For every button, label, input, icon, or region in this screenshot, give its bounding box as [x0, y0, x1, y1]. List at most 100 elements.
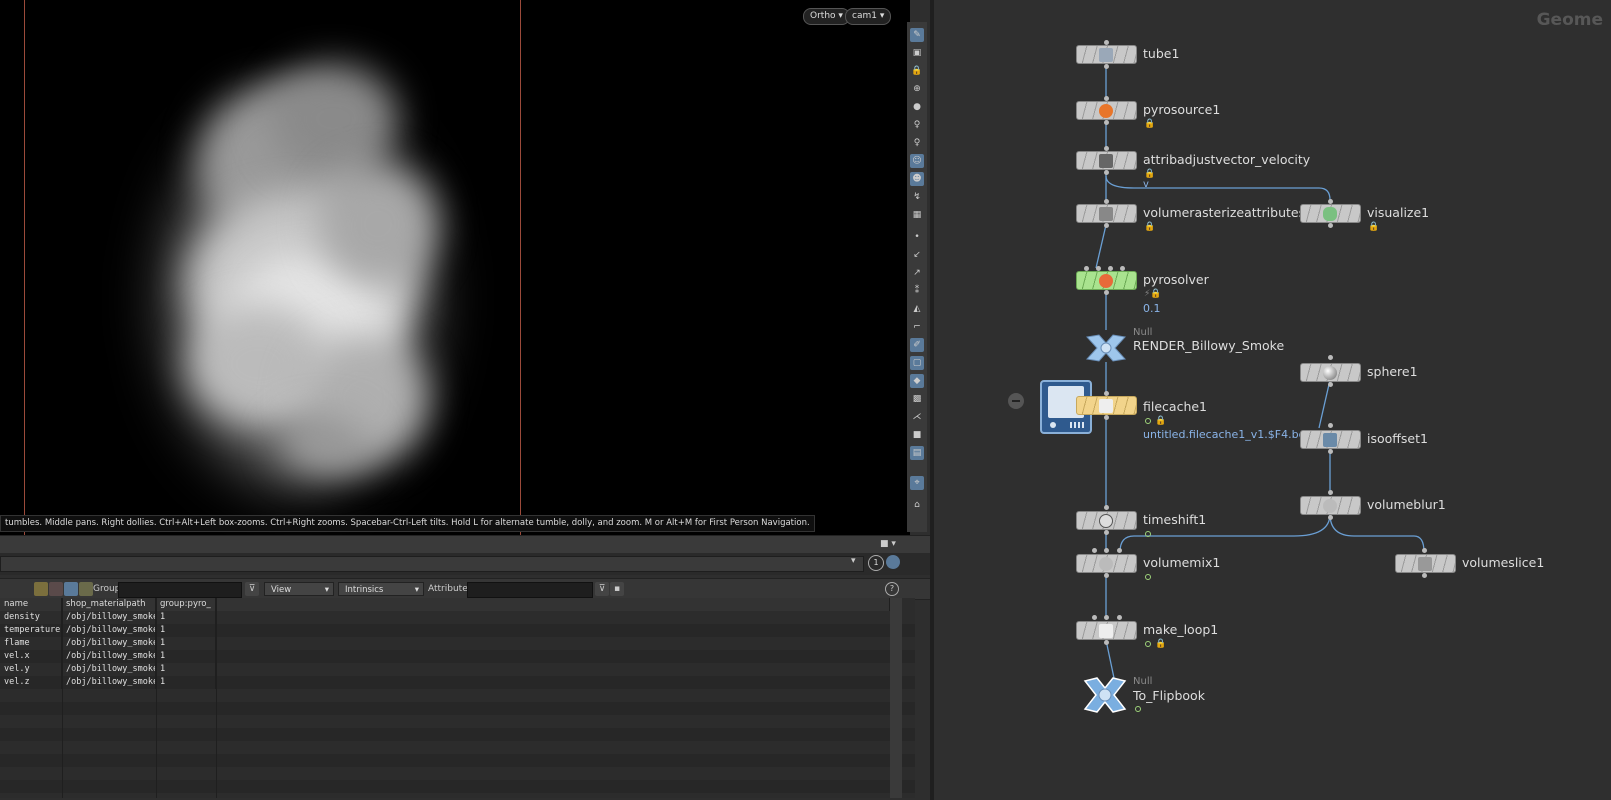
node-label[interactable]: isooffset1: [1367, 431, 1428, 446]
home-icon[interactable]: ⌂: [910, 498, 924, 512]
pin-icon[interactable]: ⌖: [910, 476, 924, 490]
objects-icon[interactable]: ▦: [910, 208, 924, 222]
node-volumerasterizeattributes[interactable]: [1076, 204, 1137, 223]
link-icon[interactable]: [886, 555, 900, 569]
table-row[interactable]: temperature /obj/billowy_smoke 1: [0, 624, 915, 637]
prim-numbers-icon[interactable]: ◭: [910, 302, 924, 316]
node-pyrosolver[interactable]: [1076, 271, 1137, 290]
node-sphere1[interactable]: [1300, 363, 1361, 382]
points-filter-icon[interactable]: [49, 582, 63, 596]
null-node-flipbook[interactable]: [1082, 675, 1128, 715]
primitives-filter-icon[interactable]: [64, 582, 78, 596]
display-options-icon[interactable]: ✎: [910, 28, 924, 42]
bounding-box-icon[interactable]: ▢: [910, 356, 924, 370]
scene-viewport[interactable]: Ortho ▾ cam1 ▾: [0, 0, 910, 535]
table-row[interactable]: vel.y /obj/billowy_smoke 1: [0, 663, 915, 676]
output-connector[interactable]: [1104, 223, 1109, 228]
output-connector[interactable]: [1328, 515, 1333, 520]
network-editor[interactable]: Geome tube1 pyrosource1 🔒 attribadjustve…: [934, 0, 1611, 800]
collapse-icon[interactable]: [1008, 393, 1024, 409]
node-make-loop1[interactable]: [1076, 621, 1137, 640]
help-icon[interactable]: ?: [885, 582, 899, 596]
node-pyrosource1[interactable]: [1076, 101, 1137, 120]
input-connector[interactable]: [1092, 615, 1097, 620]
node-isooffset1[interactable]: [1300, 430, 1361, 449]
input-connector[interactable]: [1328, 423, 1333, 428]
camera-options-icon[interactable]: ⊕: [910, 82, 924, 96]
input-connector[interactable]: [1117, 615, 1122, 620]
node-label[interactable]: pyrosource1: [1143, 102, 1220, 117]
ortho-menu[interactable]: Ortho ▾: [803, 8, 850, 25]
selection-icon[interactable]: ↯: [910, 190, 924, 204]
output-connector[interactable]: [1104, 64, 1109, 69]
vertical-scrollbar[interactable]: [890, 598, 902, 798]
input-connector[interactable]: [1104, 548, 1109, 553]
table-row[interactable]: density /obj/billowy_smoke 1: [0, 611, 915, 624]
intrinsics-dropdown[interactable]: Intrinsics ▾: [338, 582, 424, 596]
node-visualize1[interactable]: [1300, 204, 1361, 223]
node-label[interactable]: volumeslice1: [1462, 555, 1544, 570]
node-label[interactable]: To_Flipbook: [1133, 688, 1205, 703]
visibility-icon[interactable]: ■: [910, 428, 924, 442]
output-connector[interactable]: [1104, 290, 1109, 295]
output-connector[interactable]: [1104, 415, 1109, 420]
output-connector[interactable]: [1328, 449, 1333, 454]
node-label[interactable]: RENDER_Billowy_Smoke: [1133, 338, 1284, 353]
output-connector[interactable]: [1104, 640, 1109, 645]
output-connector[interactable]: [1328, 223, 1333, 228]
frame-badge[interactable]: 1: [868, 555, 884, 571]
prim-normals-icon[interactable]: ↗: [910, 266, 924, 280]
column-header[interactable]: group:pyro_: [156, 598, 216, 611]
view-dropdown[interactable]: View ▾: [264, 582, 334, 596]
camera-menu[interactable]: cam1 ▾: [845, 8, 892, 25]
uv-icon[interactable]: ⌐: [910, 320, 924, 334]
output-connector[interactable]: [1422, 573, 1427, 578]
column-header[interactable]: shop_materialpath: [62, 598, 156, 611]
node-filecache1[interactable]: [1076, 396, 1137, 415]
node-label[interactable]: tube1: [1143, 46, 1179, 61]
output-connector[interactable]: [1104, 573, 1109, 578]
node-label[interactable]: volumeblur1: [1367, 497, 1446, 512]
points-icon[interactable]: •: [910, 230, 924, 244]
filter-icon[interactable]: ⊽: [245, 582, 259, 596]
output-connector[interactable]: [1104, 170, 1109, 175]
display-icon[interactable]: ▤: [910, 446, 924, 460]
node-label[interactable]: timeshift1: [1143, 512, 1206, 527]
node-tube1[interactable]: [1076, 45, 1137, 64]
table-row[interactable]: vel.x /obj/billowy_smoke 1: [0, 650, 915, 663]
headlight-icon[interactable]: ♀: [910, 136, 924, 150]
node-timeshift1[interactable]: [1076, 511, 1137, 530]
input-connector[interactable]: [1422, 548, 1427, 553]
point-normals-icon[interactable]: ↙: [910, 248, 924, 262]
node-volumemix1[interactable]: [1076, 554, 1137, 573]
node-label[interactable]: volumerasterizeattributes: [1143, 205, 1305, 220]
lock-icon[interactable]: 🔒: [910, 64, 924, 78]
node-label[interactable]: make_loop1: [1143, 622, 1218, 637]
output-connector[interactable]: [1104, 120, 1109, 125]
input-connector[interactable]: [1092, 548, 1097, 553]
pane-menu-icon[interactable]: ■ ▾: [880, 539, 896, 549]
handles-icon[interactable]: ⋌: [910, 410, 924, 424]
node-label[interactable]: attribadjustvector_velocity: [1143, 152, 1310, 167]
point-numbers-icon[interactable]: ⁑: [910, 284, 924, 298]
filter-icon[interactable]: ⊽: [595, 582, 609, 596]
node-attribadjustvector-velocity[interactable]: [1076, 151, 1137, 170]
node-label[interactable]: visualize1: [1367, 205, 1429, 220]
chevron-down-icon[interactable]: ▾: [851, 556, 856, 566]
group-field[interactable]: [118, 582, 242, 598]
table-row[interactable]: vel.z /obj/billowy_smoke 1: [0, 676, 915, 689]
input-connector[interactable]: [1117, 548, 1122, 553]
attributes-field[interactable]: [467, 582, 593, 598]
input-connector[interactable]: [1104, 615, 1109, 620]
table-row[interactable]: flame /obj/billowy_smoke 1: [0, 637, 915, 650]
ghost-icon[interactable]: ☺: [910, 154, 924, 168]
output-connector[interactable]: [1104, 530, 1109, 535]
node-label[interactable]: volumemix1: [1143, 555, 1220, 570]
node-label[interactable]: filecache1: [1143, 399, 1207, 414]
output-connector[interactable]: [1328, 382, 1333, 387]
column-header[interactable]: name: [0, 598, 62, 611]
node-label[interactable]: pyrosolver: [1143, 272, 1209, 287]
shading-icon[interactable]: ●: [910, 100, 924, 114]
node-volumeblur1[interactable]: [1300, 496, 1361, 515]
grid-icon[interactable]: ◆: [910, 374, 924, 388]
